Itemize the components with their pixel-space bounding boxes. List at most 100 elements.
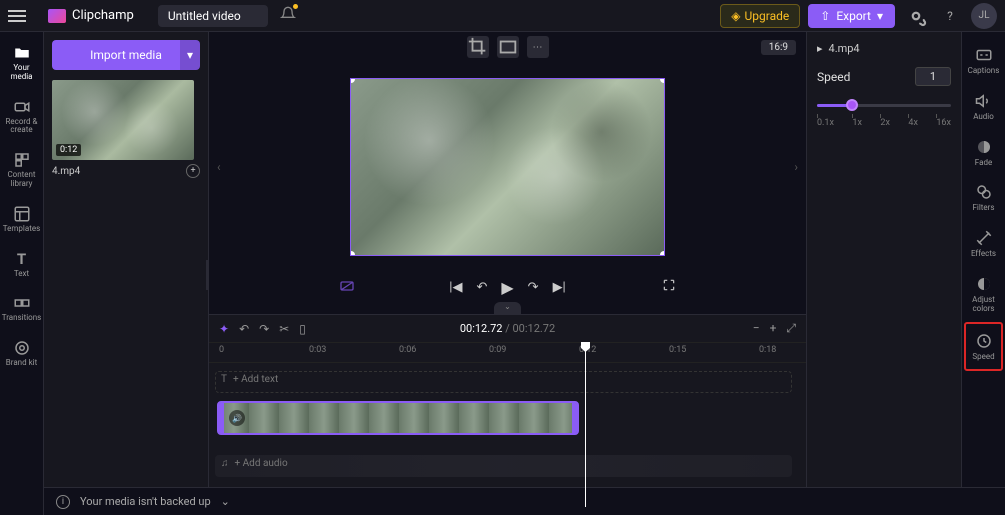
mark: 1x [852,118,862,128]
duration-badge: 0:12 [56,144,81,156]
tick: 0:15 [669,345,686,355]
add-to-timeline-button[interactable]: + [186,164,200,178]
resize-handle-tr[interactable] [660,78,665,83]
video-file-icon: ▸ [817,42,823,55]
chevron-down-icon[interactable]: ⌄ [221,495,230,508]
import-label: Import media [90,48,162,62]
diamond-icon: ◈ [731,9,740,23]
nav-transitions[interactable]: Transitions [0,286,43,331]
tab-adjust-colors[interactable]: Adjust colors [962,267,1005,322]
import-media-button[interactable]: Import media ▾ [52,40,200,70]
tick: 0:18 [759,345,776,355]
zoom-in-button[interactable]: + [770,321,777,336]
clip-audio-icon[interactable]: 🔊 [229,410,245,426]
auto-caption-icon[interactable] [339,278,355,297]
nav-templates[interactable]: Templates [0,197,43,242]
tick: 0 [219,345,224,355]
upgrade-label: Upgrade [745,9,790,23]
right-sidebar: Captions Audio Fade Filters Effects Adju… [961,32,1005,515]
topbar: Clipchamp ◈ Upgrade ⇧ Export ▾ ? JL [0,0,1005,32]
fit-tool[interactable] [497,36,519,58]
preview-next[interactable]: › [794,160,798,174]
preview-canvas[interactable]: ⟳ [350,78,665,256]
brand-icon [13,339,31,357]
nav-record-create[interactable]: Record & create [0,90,43,144]
zoom-fit-button[interactable]: ⤢ [786,321,796,336]
preview-prev[interactable]: ‹ [217,160,221,174]
current-time: 00:12.72 [460,322,503,335]
aspect-ratio-button[interactable]: 16:9 [761,40,796,55]
resize-handle-tl[interactable] [350,78,355,83]
skip-back-button[interactable]: |◀ [449,280,462,295]
nav-label: Content library [2,171,41,189]
tab-effects[interactable]: Effects [962,221,1005,267]
transitions-icon [13,294,31,312]
nav-label: Your media [2,64,41,82]
speed-icon [975,332,993,350]
tab-label: Fade [975,159,992,168]
video-track[interactable]: 🔊 [215,407,800,441]
info-icon[interactable]: i [56,495,70,509]
export-button[interactable]: ⇧ Export ▾ [808,4,895,28]
video-clip[interactable]: 🔊 [217,401,579,435]
nav-label: Templates [3,225,40,234]
nav-label: Transitions [2,314,42,323]
split-button[interactable]: ✂ [279,322,289,336]
text-track[interactable]: T+ Add text [215,371,800,393]
speed-value-input[interactable]: 1 [915,67,951,86]
logo[interactable]: Clipchamp [48,8,134,23]
forward-button[interactable]: ↷ [528,280,539,295]
music-icon: ♫ [221,458,229,469]
menu-icon[interactable] [8,4,32,28]
effects-icon [975,229,993,247]
clip-handle-left[interactable] [219,403,224,433]
nav-content-library[interactable]: Content library [0,143,43,197]
rewind-button[interactable]: ↶ [476,280,487,295]
play-button[interactable]: ▶ [501,278,513,297]
audio-track[interactable]: ♫+ Add audio [215,455,800,477]
speed-title: Speed [817,70,850,84]
tab-filters[interactable]: Filters [962,175,1005,221]
backup-status: Your media isn't backed up [80,495,211,508]
resize-handle-bl[interactable] [350,251,355,256]
tab-label: Captions [968,67,1000,76]
more-tool[interactable]: ⋯ [527,36,549,58]
collapse-timeline-button[interactable]: ⌄ [494,302,521,314]
tab-audio[interactable]: Audio [962,84,1005,130]
speed-slider[interactable] [817,96,951,114]
zoom-out-button[interactable]: − [753,321,760,336]
tab-captions[interactable]: Captions [962,38,1005,84]
timeline-ruler[interactable]: 0 0:03 0:06 0:09 0:12 0:15 0:18 [209,343,806,363]
camera-icon [13,98,31,116]
settings-icon[interactable] [903,3,929,29]
nav-your-media[interactable]: Your media [0,36,43,90]
help-icon[interactable]: ? [937,3,963,29]
upgrade-button[interactable]: ◈ Upgrade [720,4,800,28]
user-avatar[interactable]: JL [971,3,997,29]
notifications-icon[interactable] [280,6,296,25]
app-name: Clipchamp [72,8,134,23]
tab-speed[interactable]: Speed [964,322,1003,372]
magic-tool[interactable]: ✦ [219,322,229,336]
project-title-input[interactable] [158,5,268,27]
captions-icon [975,46,993,64]
undo-button[interactable]: ↶ [239,322,249,336]
nav-label: Record & create [2,118,41,136]
import-dropdown[interactable]: ▾ [180,40,200,70]
center-area: ⋯ 16:9 ‹ ⟳ › |◀ ↶ ▶ ↷ ▶| ⌄ [209,32,806,515]
playhead[interactable] [585,343,586,507]
nav-text[interactable]: T Text [0,242,43,287]
selected-file: 4.mp4 [829,42,860,55]
slider-thumb[interactable] [846,99,858,111]
delete-button[interactable]: ▯ [299,322,306,336]
mark: 16x [936,118,951,128]
redo-button[interactable]: ↷ [259,322,269,336]
nav-brand-kit[interactable]: Brand kit [0,331,43,376]
crop-tool[interactable] [467,36,489,58]
skip-forward-button[interactable]: ▶| [553,280,566,295]
media-thumbnail[interactable]: 0:12 [52,80,194,160]
fullscreen-button[interactable] [662,278,676,296]
resize-handle-br[interactable] [660,251,665,256]
tab-fade[interactable]: Fade [962,130,1005,176]
clip-handle-right[interactable] [572,403,577,433]
